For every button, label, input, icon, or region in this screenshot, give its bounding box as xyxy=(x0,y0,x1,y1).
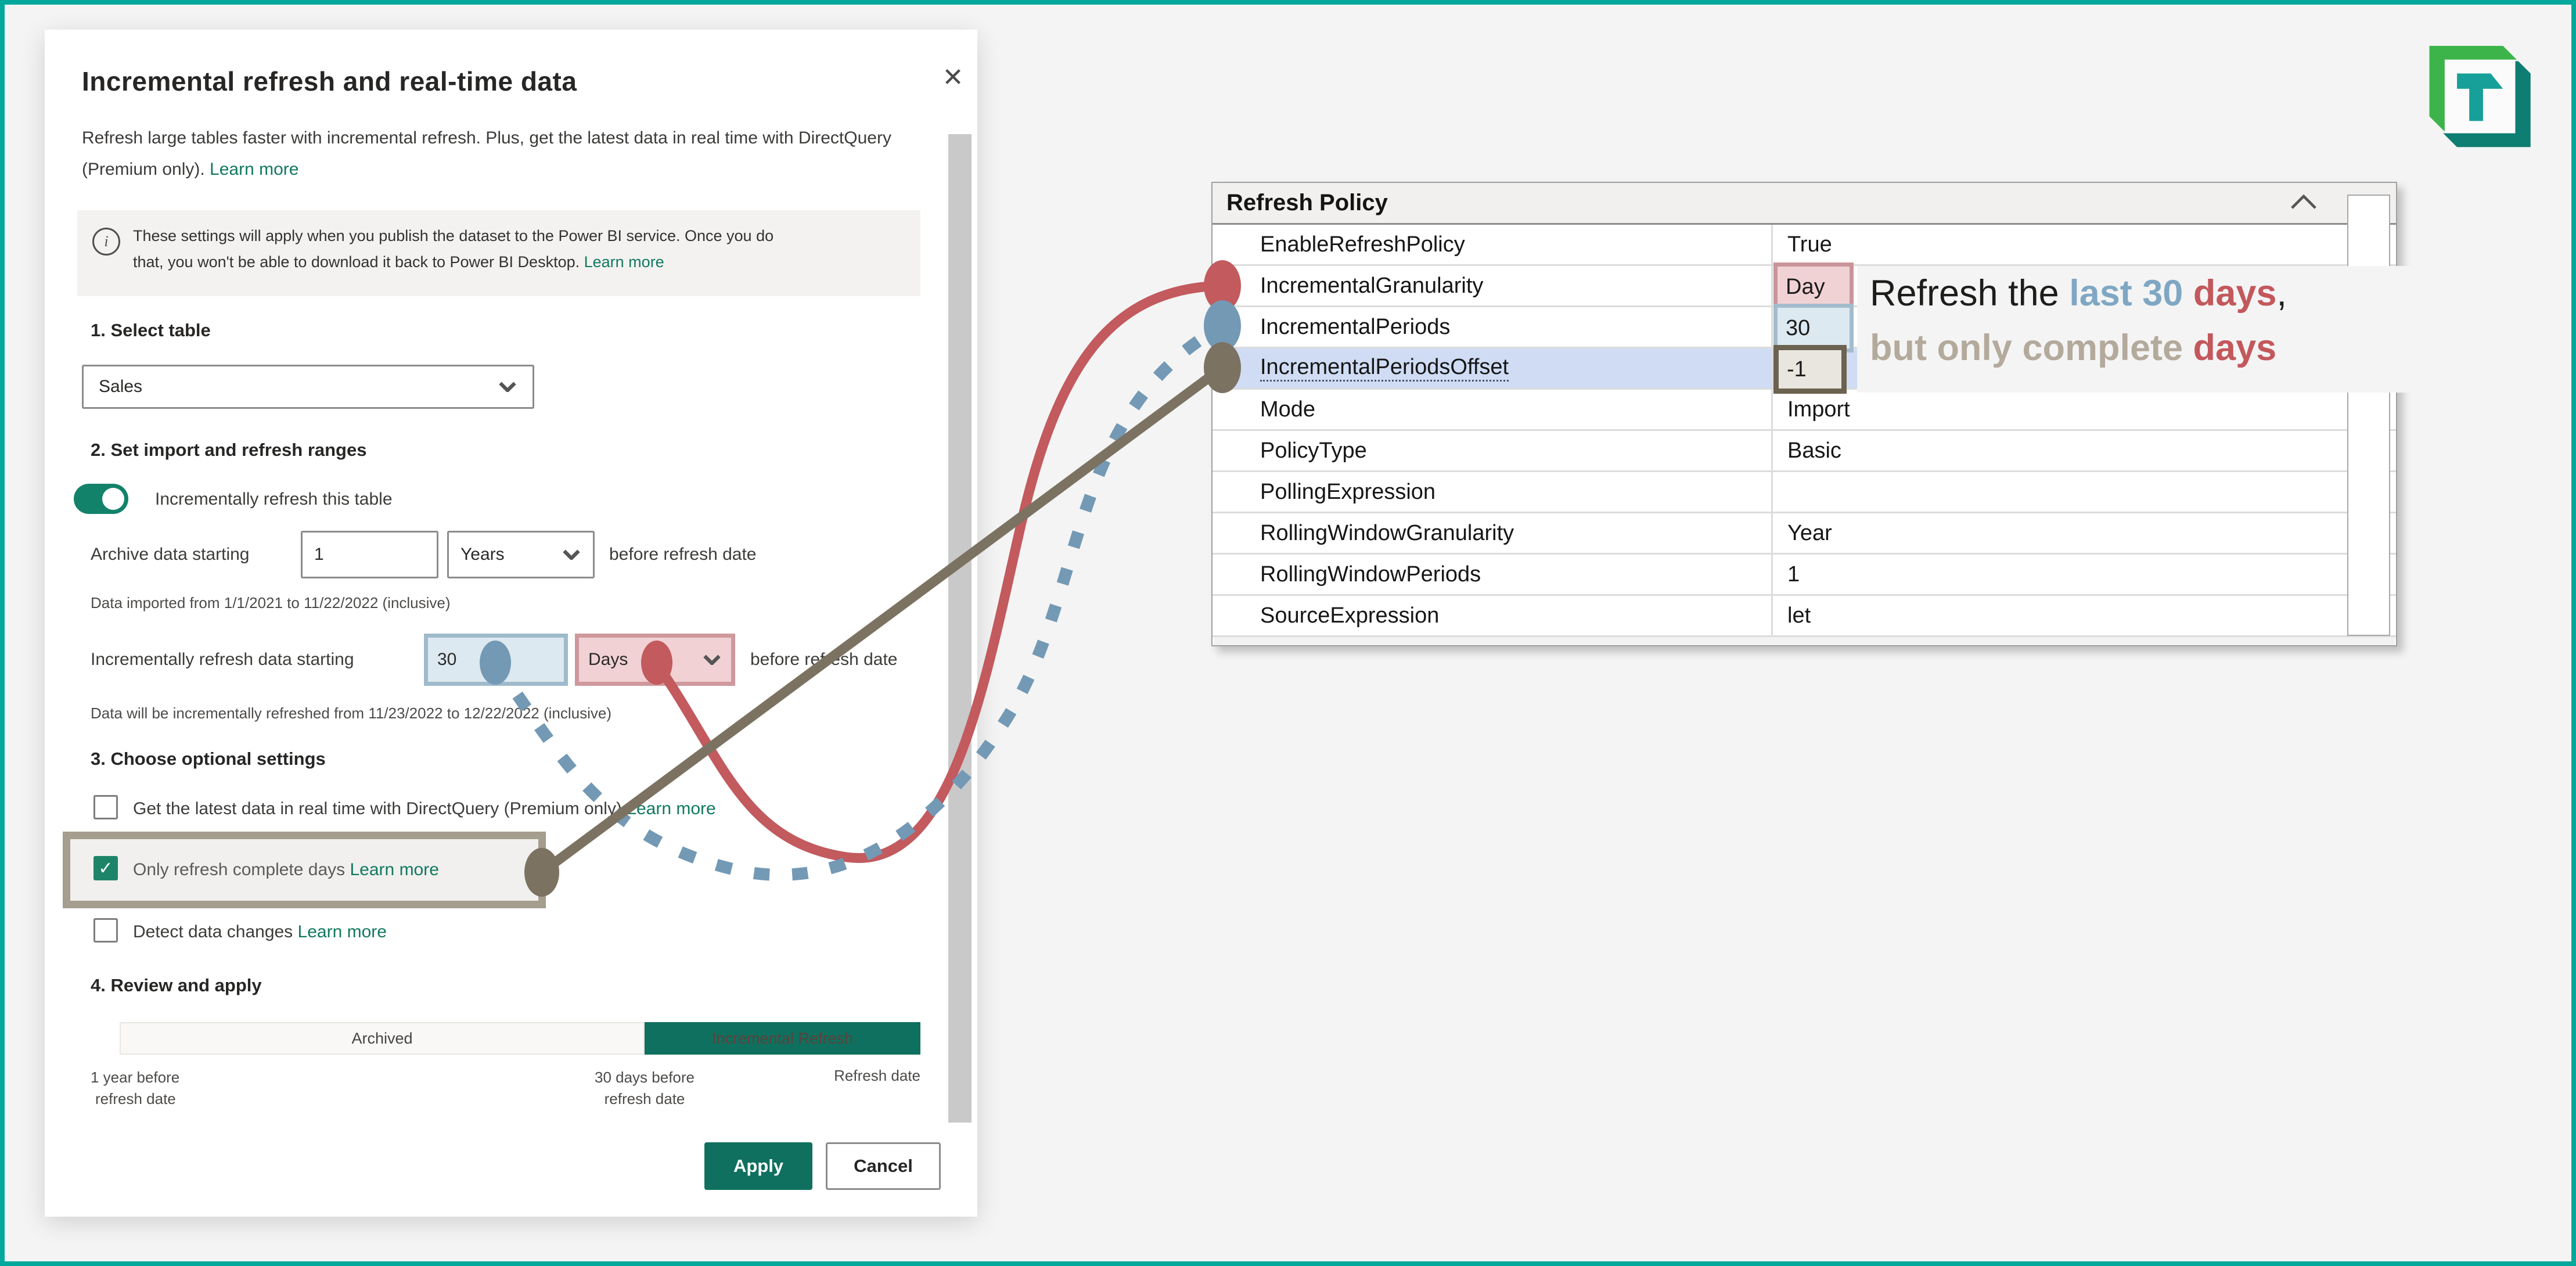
publish-info-banner: i These settings will apply when you pub… xyxy=(77,210,920,296)
review-bar-incremental: Incremental Refresh xyxy=(645,1022,920,1055)
table-select-dropdown[interactable]: Sales xyxy=(82,365,534,409)
refresh-policy-property-grid: Refresh Policy EnableRefreshPolicy True I… xyxy=(1211,182,2397,646)
import-note: Data imported from 1/1/2021 to 11/22/202… xyxy=(91,594,451,612)
info-banner-text: These settings will apply when you publi… xyxy=(133,227,774,271)
info-learn-more-link[interactable]: Learn more xyxy=(584,253,664,271)
chevron-down-icon xyxy=(703,654,721,665)
info-icon: i xyxy=(92,228,120,256)
tabular-editor-logo xyxy=(2429,45,2531,148)
property-grid-title: Refresh Policy xyxy=(1226,190,1388,215)
cancel-button[interactable]: Cancel xyxy=(826,1142,941,1190)
incremental-suffix: before refresh date xyxy=(750,650,898,669)
collapse-chevron-icon[interactable] xyxy=(2290,195,2318,210)
complete-days-checkbox[interactable]: ✓ xyxy=(93,856,118,880)
archive-label: Archive data starting xyxy=(91,545,250,564)
table-row[interactable]: PollingExpression xyxy=(1213,472,2396,513)
table-select-value: Sales xyxy=(99,377,143,396)
archive-suffix: before refresh date xyxy=(609,545,757,564)
offset-value-highlight: -1 xyxy=(1773,345,1847,394)
directquery-label: Get the latest data in real time with Di… xyxy=(133,799,716,818)
dialog-scrollbar[interactable] xyxy=(948,134,972,1123)
check-icon: ✓ xyxy=(98,858,113,878)
description-learn-more-link[interactable]: Learn more xyxy=(210,160,298,179)
grid-bottom-strip xyxy=(1214,637,2395,645)
screenshot-canvas: Incremental refresh and real-time data ✕… xyxy=(0,0,2576,1266)
incrementally-refresh-toggle[interactable] xyxy=(74,484,128,514)
annotation-line-2: but only complete days xyxy=(1870,328,2277,368)
review-bar-archived: Archived xyxy=(120,1022,645,1055)
description-text: Refresh large tables faster with increme… xyxy=(82,128,891,179)
grid-scrollbar[interactable] xyxy=(2347,195,2390,636)
detect-changes-checkbox[interactable] xyxy=(93,918,118,943)
dialog-description: Refresh large tables faster with increme… xyxy=(82,123,901,185)
toggle-knob xyxy=(102,488,124,510)
incremental-unit-dropdown[interactable]: Days xyxy=(575,634,735,686)
table-row[interactable]: PolicyType Basic xyxy=(1213,431,2396,472)
incremental-label: Incrementally refresh data starting xyxy=(91,650,354,669)
callout-annotation: Refresh the last 30 days, but only compl… xyxy=(1857,266,2412,393)
table-row[interactable]: RollingWindowGranularity Year xyxy=(1213,513,2396,555)
review-label-mid: 30 days before refresh date xyxy=(594,1069,695,1107)
table-row[interactable]: EnableRefreshPolicy True xyxy=(1213,225,2396,266)
chevron-down-icon xyxy=(563,549,580,560)
complete-days-label: Only refresh complete days Learn more xyxy=(133,860,439,879)
refresh-note: Data will be incrementally refreshed fro… xyxy=(91,704,611,722)
archive-value-input[interactable]: 1 xyxy=(301,531,438,578)
directquery-learn-more-link[interactable]: Learn more xyxy=(627,799,715,818)
dialog-title: Incremental refresh and real-time data xyxy=(82,66,577,96)
toggle-label: Incrementally refresh this table xyxy=(155,490,393,509)
section-import-ranges: 2. Set import and refresh ranges xyxy=(91,440,367,460)
section-review-apply: 4. Review and apply xyxy=(91,975,262,995)
close-icon[interactable]: ✕ xyxy=(936,60,970,95)
incremental-refresh-dialog: Incremental refresh and real-time data ✕… xyxy=(45,30,977,1217)
chevron-down-icon xyxy=(499,382,516,392)
directquery-checkbox[interactable] xyxy=(93,795,118,819)
incremental-value-input[interactable]: 30 xyxy=(424,634,568,686)
review-label-right: Refresh date xyxy=(834,1067,920,1084)
detect-changes-label: Detect data changes Learn more xyxy=(133,922,387,941)
review-label-left: 1 year before refresh date xyxy=(91,1069,180,1107)
section-select-table: 1. Select table xyxy=(91,320,211,340)
detect-changes-learn-more-link[interactable]: Learn more xyxy=(298,922,387,941)
complete-days-learn-more-link[interactable]: Learn more xyxy=(350,860,439,879)
archive-unit-dropdown[interactable]: Years xyxy=(447,531,595,578)
table-row[interactable]: Mode Import xyxy=(1213,390,2396,431)
property-grid-header[interactable]: Refresh Policy xyxy=(1213,183,2396,225)
annotation-line-1: Refresh the last 30 days, xyxy=(1870,273,2287,314)
table-row[interactable]: SourceExpression let xyxy=(1213,596,2396,637)
apply-button[interactable]: Apply xyxy=(704,1142,812,1190)
section-optional-settings: 3. Choose optional settings xyxy=(91,749,326,769)
table-row[interactable]: RollingWindowPeriods 1 xyxy=(1213,555,2396,596)
